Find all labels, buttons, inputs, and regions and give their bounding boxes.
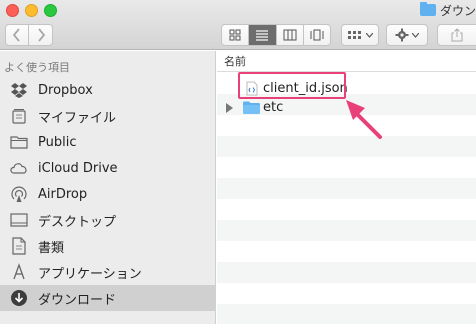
list-view-icon [256, 30, 269, 41]
close-window-button[interactable] [6, 4, 19, 17]
sidebar-item-label: アプリケーション [38, 266, 142, 282]
sidebar-item-label: デスクトップ [38, 214, 117, 230]
sidebar-item-label: マイファイル [38, 110, 117, 126]
minimize-window-button[interactable] [25, 4, 38, 17]
sidebar-item-label: Dropbox [38, 82, 93, 98]
chevron-left-icon [12, 28, 20, 42]
action-button[interactable] [386, 24, 428, 46]
sidebar-item-label: Public [38, 134, 77, 150]
gear-icon [395, 28, 409, 42]
arrange-grid-icon [348, 30, 361, 39]
desktop-icon [4, 207, 34, 233]
coverflow-view-button[interactable] [304, 25, 330, 45]
sidebar-item-airdrop[interactable]: AirDrop [0, 181, 215, 207]
sidebar-item-downloads[interactable]: ダウンロード [0, 285, 215, 311]
chevron-down-icon [366, 32, 373, 38]
annotation-highlight-box [238, 72, 346, 99]
sidebar-item-icloud-drive[interactable]: iCloud Drive [0, 155, 215, 181]
all-my-files-icon [4, 103, 34, 129]
sidebar-item-desktop[interactable]: デスクトップ [0, 207, 215, 233]
sidebar-item-public[interactable]: Public [0, 129, 215, 155]
name-column-header[interactable]: 名前 [217, 51, 476, 72]
chevron-down-icon [412, 32, 419, 38]
share-icon [451, 28, 463, 42]
sidebar-item-applications[interactable]: アプリケーション [0, 259, 215, 285]
window-title: ダウン [420, 2, 476, 18]
sidebar-item-label: iCloud Drive [38, 160, 118, 176]
icon-view-icon [229, 29, 241, 41]
annotation-arrow-icon [346, 100, 382, 139]
sidebar-item-label: 書類 [38, 240, 65, 256]
toolbar: ダウン [0, 0, 476, 50]
back-button[interactable] [6, 25, 30, 45]
sidebar-item-my-files[interactable]: マイファイル [0, 103, 215, 129]
finder-window: ダウン よく使う項目 Dropbox マイファイル Public iCloud … [0, 0, 476, 324]
cloud-icon [4, 155, 34, 181]
chevron-right-icon [37, 28, 45, 42]
sidebar-item-dropbox[interactable]: Dropbox [0, 77, 215, 103]
zoom-window-button[interactable] [44, 4, 57, 17]
window-title-text: ダウン [440, 3, 476, 18]
folder-icon [420, 2, 436, 16]
sidebar-item-label: AirDrop [38, 186, 88, 202]
share-button[interactable] [437, 24, 476, 46]
disclosure-triangle-icon[interactable] [226, 102, 233, 113]
documents-icon [4, 233, 34, 259]
downloads-icon [4, 285, 34, 311]
applications-icon [4, 259, 34, 285]
forward-button[interactable] [29, 25, 52, 45]
icon-view-button[interactable] [222, 25, 250, 45]
view-mode-control [221, 24, 331, 46]
arrange-button[interactable] [341, 24, 379, 46]
sidebar-item-label: ダウンロード [38, 292, 117, 308]
sidebar: よく使う項目 Dropbox マイファイル Public iCloud Driv… [0, 51, 216, 324]
dropbox-icon [4, 77, 34, 103]
file-name: etc [263, 100, 284, 115]
coverflow-view-icon [310, 29, 324, 41]
folder-icon [4, 129, 34, 155]
airdrop-icon [4, 181, 34, 207]
list-view-button[interactable] [249, 25, 277, 45]
back-forward-control [5, 24, 53, 46]
column-view-button[interactable] [277, 25, 304, 45]
folder-icon [243, 101, 260, 118]
column-view-icon [283, 29, 297, 41]
sidebar-heading: よく使う項目 [4, 61, 70, 74]
sidebar-item-documents[interactable]: 書類 [0, 233, 215, 259]
